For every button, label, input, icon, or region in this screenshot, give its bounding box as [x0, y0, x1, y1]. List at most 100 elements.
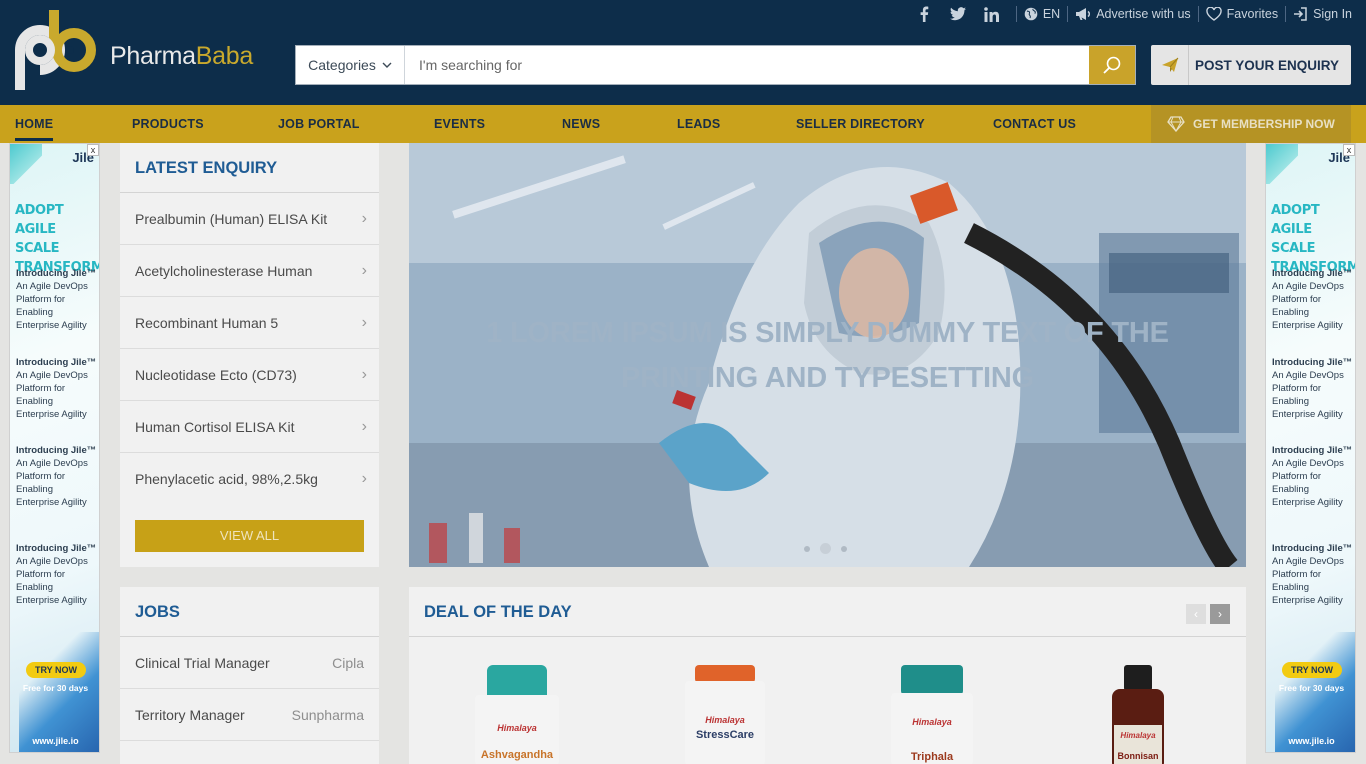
membership-label: GET MEMBERSHIP NOW — [1193, 117, 1335, 131]
category-label: Categories — [308, 57, 376, 73]
product-bottle-image: Himalaya StressCare — [683, 665, 767, 764]
slider-dot[interactable] — [841, 545, 847, 552]
product-card[interactable]: Himalaya Bonnisan — [1112, 665, 1164, 764]
product-brand: Himalaya — [1120, 731, 1156, 740]
nav-home[interactable]: HOME — [15, 117, 54, 141]
product-brand: Himalaya — [497, 723, 537, 733]
language-label: EN — [1042, 7, 1061, 21]
advertise-link[interactable]: Advertise with us — [1075, 7, 1191, 21]
enquiry-item[interactable]: Recombinant Human 5 › — [120, 297, 379, 349]
product-name: Ashvagandha — [480, 749, 554, 761]
ad-blurb: Introducing Jile™ An Agile DevOps Platform… — [1272, 357, 1353, 420]
ad-blurb: Introducing Jile™ An Agile DevOps Platform… — [16, 445, 97, 508]
site-header: PharmaBaba EN Advertise with us Favorite… — [0, 0, 1366, 105]
nav-events[interactable]: EVENTS — [434, 117, 485, 131]
divider — [1197, 6, 1199, 22]
jobs-panel: JOBS Clinical Trial Manager Cipla Territo… — [120, 587, 379, 764]
ad-blurb: Introducing Jile™ An Agile DevOps Platform… — [1272, 268, 1353, 331]
enquiry-item-label: Nucleotidase Ecto (CD73) — [135, 366, 297, 383]
ad-try-now-button[interactable]: TRY NOW — [26, 662, 86, 678]
membership-button[interactable]: GET MEMBERSHIP NOW — [1151, 105, 1351, 143]
chevron-right-icon: › — [361, 261, 367, 279]
search-icon — [1103, 56, 1121, 74]
ad-blurb: Introducing Jile™ An Agile DevOps Platform… — [1272, 543, 1353, 606]
twitter-icon[interactable] — [949, 5, 967, 23]
linkedin-icon[interactable] — [983, 5, 1001, 23]
megaphone-icon — [1076, 8, 1091, 20]
pharmababa-logo[interactable]: PharmaBaba — [14, 6, 274, 92]
deal-of-the-day-panel: DEAL OF THE DAY ‹ › Himalaya Ashvagandha… — [409, 587, 1246, 764]
divider — [1015, 6, 1017, 22]
search-button[interactable] — [1089, 46, 1135, 84]
product-card[interactable]: Himalaya Ashvagandha — [473, 665, 561, 764]
ad-try-now-button[interactable]: TRY NOW — [1282, 662, 1342, 678]
paper-plane-icon — [1151, 45, 1189, 85]
globe-icon — [1024, 7, 1038, 21]
chevron-right-icon[interactable]: › — [1210, 604, 1230, 624]
enquiry-item-label: Recombinant Human 5 — [135, 314, 279, 331]
enquiry-item[interactable]: Phenylacetic acid, 98%,2.5kg › — [120, 453, 379, 505]
enquiry-item[interactable]: Human Cortisol ELISA Kit › — [120, 401, 379, 453]
ad-close-button[interactable]: x — [1343, 144, 1355, 156]
product-bottle-image: Himalaya Triphala — [889, 665, 975, 764]
enquiry-item-label: Phenylacetic acid, 98%,2.5kg — [135, 471, 318, 487]
hero-slider[interactable]: 1 LOREM IPSUM IS SIMPLY DUMMY TEXT OF TH… — [409, 143, 1246, 567]
job-item[interactable]: Clinical Trial Manager Cipla — [120, 637, 379, 689]
enquiry-item-label: Human Cortisol ELISA Kit — [135, 418, 295, 435]
right-ad-banner[interactable]: Jile x ADOPT AGILE SCALE TRANSFORM Introdu… — [1265, 143, 1356, 753]
search-input[interactable] — [405, 46, 1089, 84]
job-role: Territory Manager — [135, 706, 245, 723]
job-company: Sunpharma — [291, 706, 364, 723]
chevron-right-icon: › — [361, 470, 367, 487]
slider-dots — [804, 543, 847, 554]
enquiry-item[interactable]: Nucleotidase Ecto (CD73) › — [120, 349, 379, 401]
category-dropdown[interactable]: Categories — [296, 46, 405, 84]
enquiry-item[interactable]: Prealbumin (Human) ELISA Kit › — [120, 193, 379, 245]
ad-blurb: Introducing Jile™ An Agile DevOps Platform… — [16, 268, 97, 331]
ad-decoration — [10, 144, 42, 184]
enquiry-item-label: Prealbumin (Human) ELISA Kit — [135, 210, 328, 227]
logo-mark-icon — [15, 10, 96, 90]
slider-dot[interactable] — [804, 545, 810, 552]
favorites-link[interactable]: Favorites — [1205, 7, 1278, 21]
enquiry-item[interactable]: Acetylcholinesterase Human › — [120, 245, 379, 297]
divider — [1067, 6, 1069, 22]
product-bottle-image: Himalaya Bonnisan — [1112, 665, 1164, 764]
left-ad-banner[interactable]: Jile x ADOPT AGILE SCALE TRANSFORM Introdu… — [9, 143, 100, 753]
product-name: StressCare — [695, 729, 755, 741]
product-card[interactable]: Himalaya Triphala — [889, 665, 975, 764]
product-card[interactable]: Himalaya StressCare — [683, 665, 767, 764]
nav-leads[interactable]: LEADS — [677, 117, 720, 131]
divider — [1285, 6, 1287, 22]
post-enquiry-button[interactable]: POST YOUR ENQUIRY — [1151, 45, 1351, 85]
job-company: Cipla — [332, 654, 364, 671]
nav-products[interactable]: PRODUCTS — [132, 117, 204, 131]
ad-blurb: Introducing Jile™ An Agile DevOps Platform… — [16, 543, 97, 606]
hero-caption: 1 LOREM IPSUM IS SIMPLY DUMMY TEXT OF TH… — [486, 317, 1169, 394]
deal-title: DEAL OF THE DAY — [409, 587, 1246, 637]
job-item[interactable]: Territory Manager Sunpharma — [120, 689, 379, 741]
slider-dot-active[interactable] — [820, 543, 831, 554]
ad-free-trial-text: Free for 30 days — [1278, 683, 1345, 693]
post-enquiry-label: POST YOUR ENQUIRY — [1195, 57, 1340, 73]
sign-in-link[interactable]: Sign In — [1293, 7, 1352, 21]
product-brand: Himalaya — [705, 715, 745, 725]
nav-news[interactable]: NEWS — [562, 117, 600, 131]
ad-close-button[interactable]: x — [87, 144, 99, 156]
view-all-button[interactable]: VIEW ALL — [135, 520, 364, 552]
product-name: Bonnisan — [1117, 751, 1159, 761]
facebook-icon[interactable] — [915, 5, 933, 23]
chevron-left-icon[interactable]: ‹ — [1186, 604, 1206, 624]
ad-decoration — [1266, 144, 1298, 184]
nav-contact-us[interactable]: CONTACT US — [993, 117, 1076, 131]
nav-job-portal[interactable]: JOB PORTAL — [278, 117, 360, 131]
language-selector[interactable]: EN — [1024, 7, 1060, 21]
top-utility-bar: EN Advertise with us Favorites Sign In — [907, 4, 1352, 24]
product-name: Triphala — [910, 751, 954, 763]
diamond-icon — [1167, 116, 1185, 132]
nav-seller-directory[interactable]: SELLER DIRECTORY — [796, 117, 925, 131]
chevron-right-icon: › — [361, 209, 367, 227]
chevron-right-icon: › — [361, 417, 367, 435]
advertise-label: Advertise with us — [1096, 7, 1191, 21]
main-nav: HOME PRODUCTS JOB PORTAL EVENTS NEWS LEA… — [0, 105, 1366, 143]
